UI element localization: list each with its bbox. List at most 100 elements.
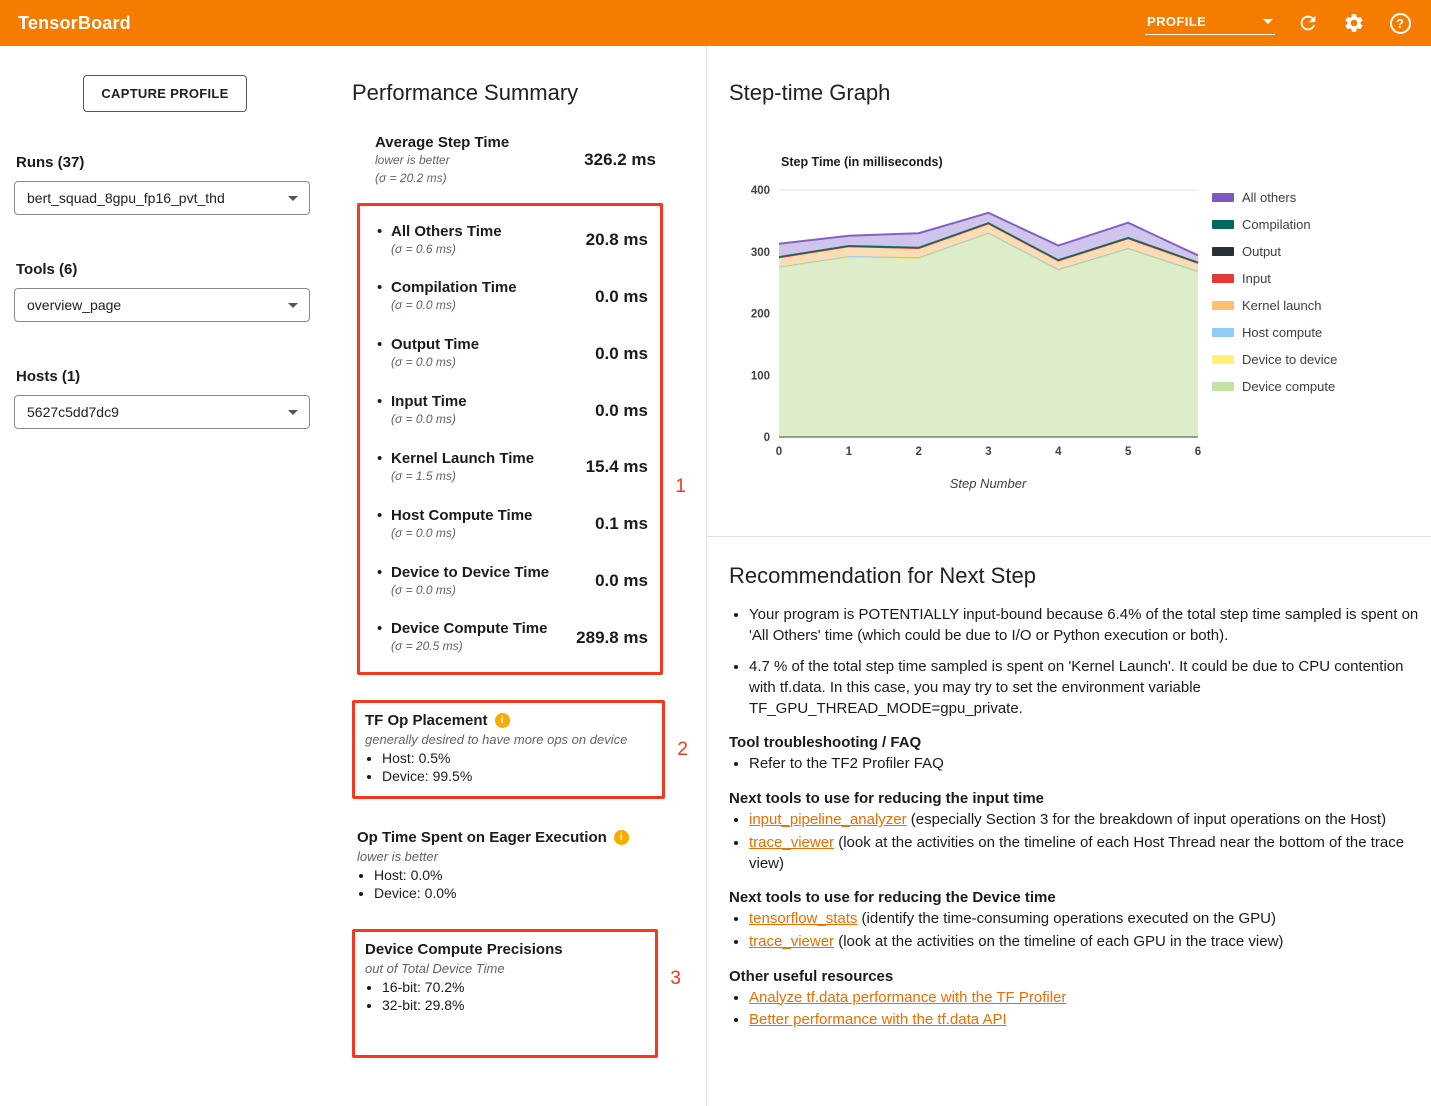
legend-swatch — [1212, 328, 1234, 337]
metric-label: Compilation Time — [391, 279, 517, 296]
hosts-label: Hosts (1) — [16, 368, 310, 385]
device-tools-section: Next tools to use for reducing the Devic… — [729, 889, 1421, 952]
input-tools-section: Next tools to use for reducing the input… — [729, 790, 1421, 874]
tensorboard-app: TensorBoard PROFILE ? CAPTURE PROFILE — [0, 0, 1431, 1106]
tfdata-performance-link[interactable]: Analyze tf.data performance with the TF … — [749, 989, 1066, 1006]
tools-label: Tools (6) — [16, 261, 310, 278]
list-item: Device: 0.0% — [374, 885, 657, 901]
input-tools-heading: Next tools to use for reducing the input… — [729, 790, 1421, 807]
legend-swatch — [1212, 193, 1234, 202]
chart-xaxis-label: Step Number — [950, 476, 1027, 491]
metric-value: 20.8 ms — [586, 230, 648, 250]
metric-row: • Output Time (σ = 0.0 ms) 0.0 ms — [369, 325, 652, 382]
trace-viewer-link[interactable]: trace_viewer — [749, 933, 834, 950]
runs-select[interactable]: bert_squad_8gpu_fp16_pvt_thd — [14, 181, 310, 215]
x-tick-label: 3 — [985, 446, 991, 458]
legend-item: Device to device — [1212, 352, 1337, 367]
metric-sigma: (σ = 1.5 ms) — [391, 469, 534, 485]
legend-label: Device to device — [1242, 352, 1337, 367]
help-icon: ? — [1390, 13, 1411, 34]
bullet: • — [377, 393, 391, 428]
recommendation-bullets: Your program is POTENTIALLY input-bound … — [729, 605, 1421, 719]
chevron-down-icon — [1263, 19, 1273, 24]
metric-sigma: (σ = 20.5 ms) — [391, 639, 547, 655]
help-button[interactable]: ? — [1387, 10, 1413, 36]
metric-label: Input Time — [391, 393, 467, 410]
chart-title: Step Time (in milliseconds) — [781, 155, 943, 169]
legend-item: All others — [1212, 190, 1337, 205]
legend-swatch — [1212, 301, 1234, 310]
x-tick-label: 2 — [915, 446, 921, 458]
bullet: • — [377, 450, 391, 485]
legend-swatch — [1212, 274, 1234, 283]
annotation-number-2: 2 — [677, 739, 688, 761]
dashboard-selector-value: PROFILE — [1147, 14, 1206, 29]
bullet: • — [377, 336, 391, 371]
capture-profile-button[interactable]: CAPTURE PROFILE — [83, 75, 246, 112]
info-icon[interactable]: i — [614, 830, 629, 845]
metric-row: • Device Compute Time (σ = 20.5 ms) 289.… — [369, 609, 652, 666]
metric-value: 326.2 ms — [584, 150, 656, 170]
metric-row: • Device to Device Time (σ = 0.0 ms) 0.0… — [369, 553, 652, 610]
bullet: • — [377, 507, 391, 542]
list-item: tensorflow_stats (identify the time-cons… — [749, 909, 1421, 930]
bullet: • — [377, 564, 391, 599]
legend-label: Host compute — [1242, 325, 1322, 340]
metric-row: • Compilation Time (σ = 0.0 ms) 0.0 ms — [369, 268, 652, 325]
runs-label: Runs (37) — [16, 154, 310, 171]
metric-sigma: (σ = 0.0 ms) — [391, 412, 467, 428]
legend-label: All others — [1242, 190, 1296, 205]
tfdata-api-link[interactable]: Better performance with the tf.data API — [749, 1011, 1007, 1028]
hosts-select[interactable]: 5627c5dd7dc9 — [14, 395, 310, 429]
runs-select-value: bert_squad_8gpu_fp16_pvt_thd — [27, 190, 225, 206]
metric-sigma: (σ = 0.0 ms) — [391, 526, 532, 542]
performance-summary-panel: Performance Summary Average Step Time lo… — [330, 46, 706, 1106]
list-item: 32-bit: 29.8% — [382, 997, 645, 1013]
metric-note: lower is better — [375, 153, 509, 169]
chart-legend: All others Compilation Output Input Kern… — [1212, 190, 1337, 406]
annotation-number-3: 3 — [670, 968, 681, 990]
metric-label: Average Step Time — [375, 134, 509, 151]
legend-swatch — [1212, 247, 1234, 256]
eager-execution-list: Host: 0.0% Device: 0.0% — [357, 867, 657, 901]
legend-item: Compilation — [1212, 217, 1337, 232]
trace-viewer-link[interactable]: trace_viewer — [749, 834, 834, 851]
settings-button[interactable] — [1341, 10, 1367, 36]
tools-group: Tools (6) overview_page — [14, 261, 310, 322]
metric-value: 0.0 ms — [595, 571, 648, 591]
list-item: Refer to the TF2 Profiler FAQ — [749, 754, 1421, 775]
list-item: Better performance with the tf.data API — [749, 1010, 1421, 1031]
y-tick-label: 0 — [764, 432, 770, 444]
reload-button[interactable] — [1295, 10, 1321, 36]
dashboard-selector[interactable]: PROFILE — [1145, 11, 1275, 35]
tensorflow-stats-link[interactable]: tensorflow_stats — [749, 910, 857, 927]
legend-swatch — [1212, 220, 1234, 229]
legend-item: Output — [1212, 244, 1337, 259]
recommendation-section: Recommendation for Next Step Your progra… — [729, 563, 1421, 1033]
legend-item: Kernel launch — [1212, 298, 1337, 313]
metric-value: 15.4 ms — [586, 457, 648, 477]
metric-sigma: (σ = 0.6 ms) — [391, 242, 502, 258]
legend-label: Device compute — [1242, 379, 1335, 394]
chevron-down-icon — [288, 410, 298, 415]
faq-section: Tool troubleshooting / FAQ Refer to the … — [729, 734, 1421, 775]
precisions-list: 16-bit: 70.2% 32-bit: 29.8% — [365, 979, 645, 1013]
step-time-chart-area: Step Time (in milliseconds) Step Number … — [737, 146, 1237, 506]
recommendation-bullet: 4.7 % of the total step time sampled is … — [749, 657, 1421, 719]
list-item: Analyze tf.data performance with the TF … — [749, 988, 1421, 1009]
y-tick-label: 400 — [751, 185, 770, 197]
input-pipeline-analyzer-link[interactable]: input_pipeline_analyzer — [749, 811, 907, 828]
x-tick-label: 0 — [776, 446, 782, 458]
y-tick-label: 100 — [751, 370, 770, 382]
divider — [707, 536, 1431, 537]
performance-summary-title: Performance Summary — [352, 80, 706, 106]
recommendation-bullet: Your program is POTENTIALLY input-bound … — [749, 605, 1421, 646]
other-resources-heading: Other useful resources — [729, 968, 1421, 985]
metric-row: • Input Time (σ = 0.0 ms) 0.0 ms — [369, 382, 652, 439]
hosts-select-value: 5627c5dd7dc9 — [27, 404, 119, 420]
precisions-title: Device Compute Precisions — [365, 941, 645, 958]
info-icon[interactable]: i — [495, 713, 510, 728]
metric-label: Device Compute Time — [391, 620, 547, 637]
tools-select[interactable]: overview_page — [14, 288, 310, 322]
annotation-box-2: 2 TF Op Placement i generally desired to… — [352, 700, 665, 799]
